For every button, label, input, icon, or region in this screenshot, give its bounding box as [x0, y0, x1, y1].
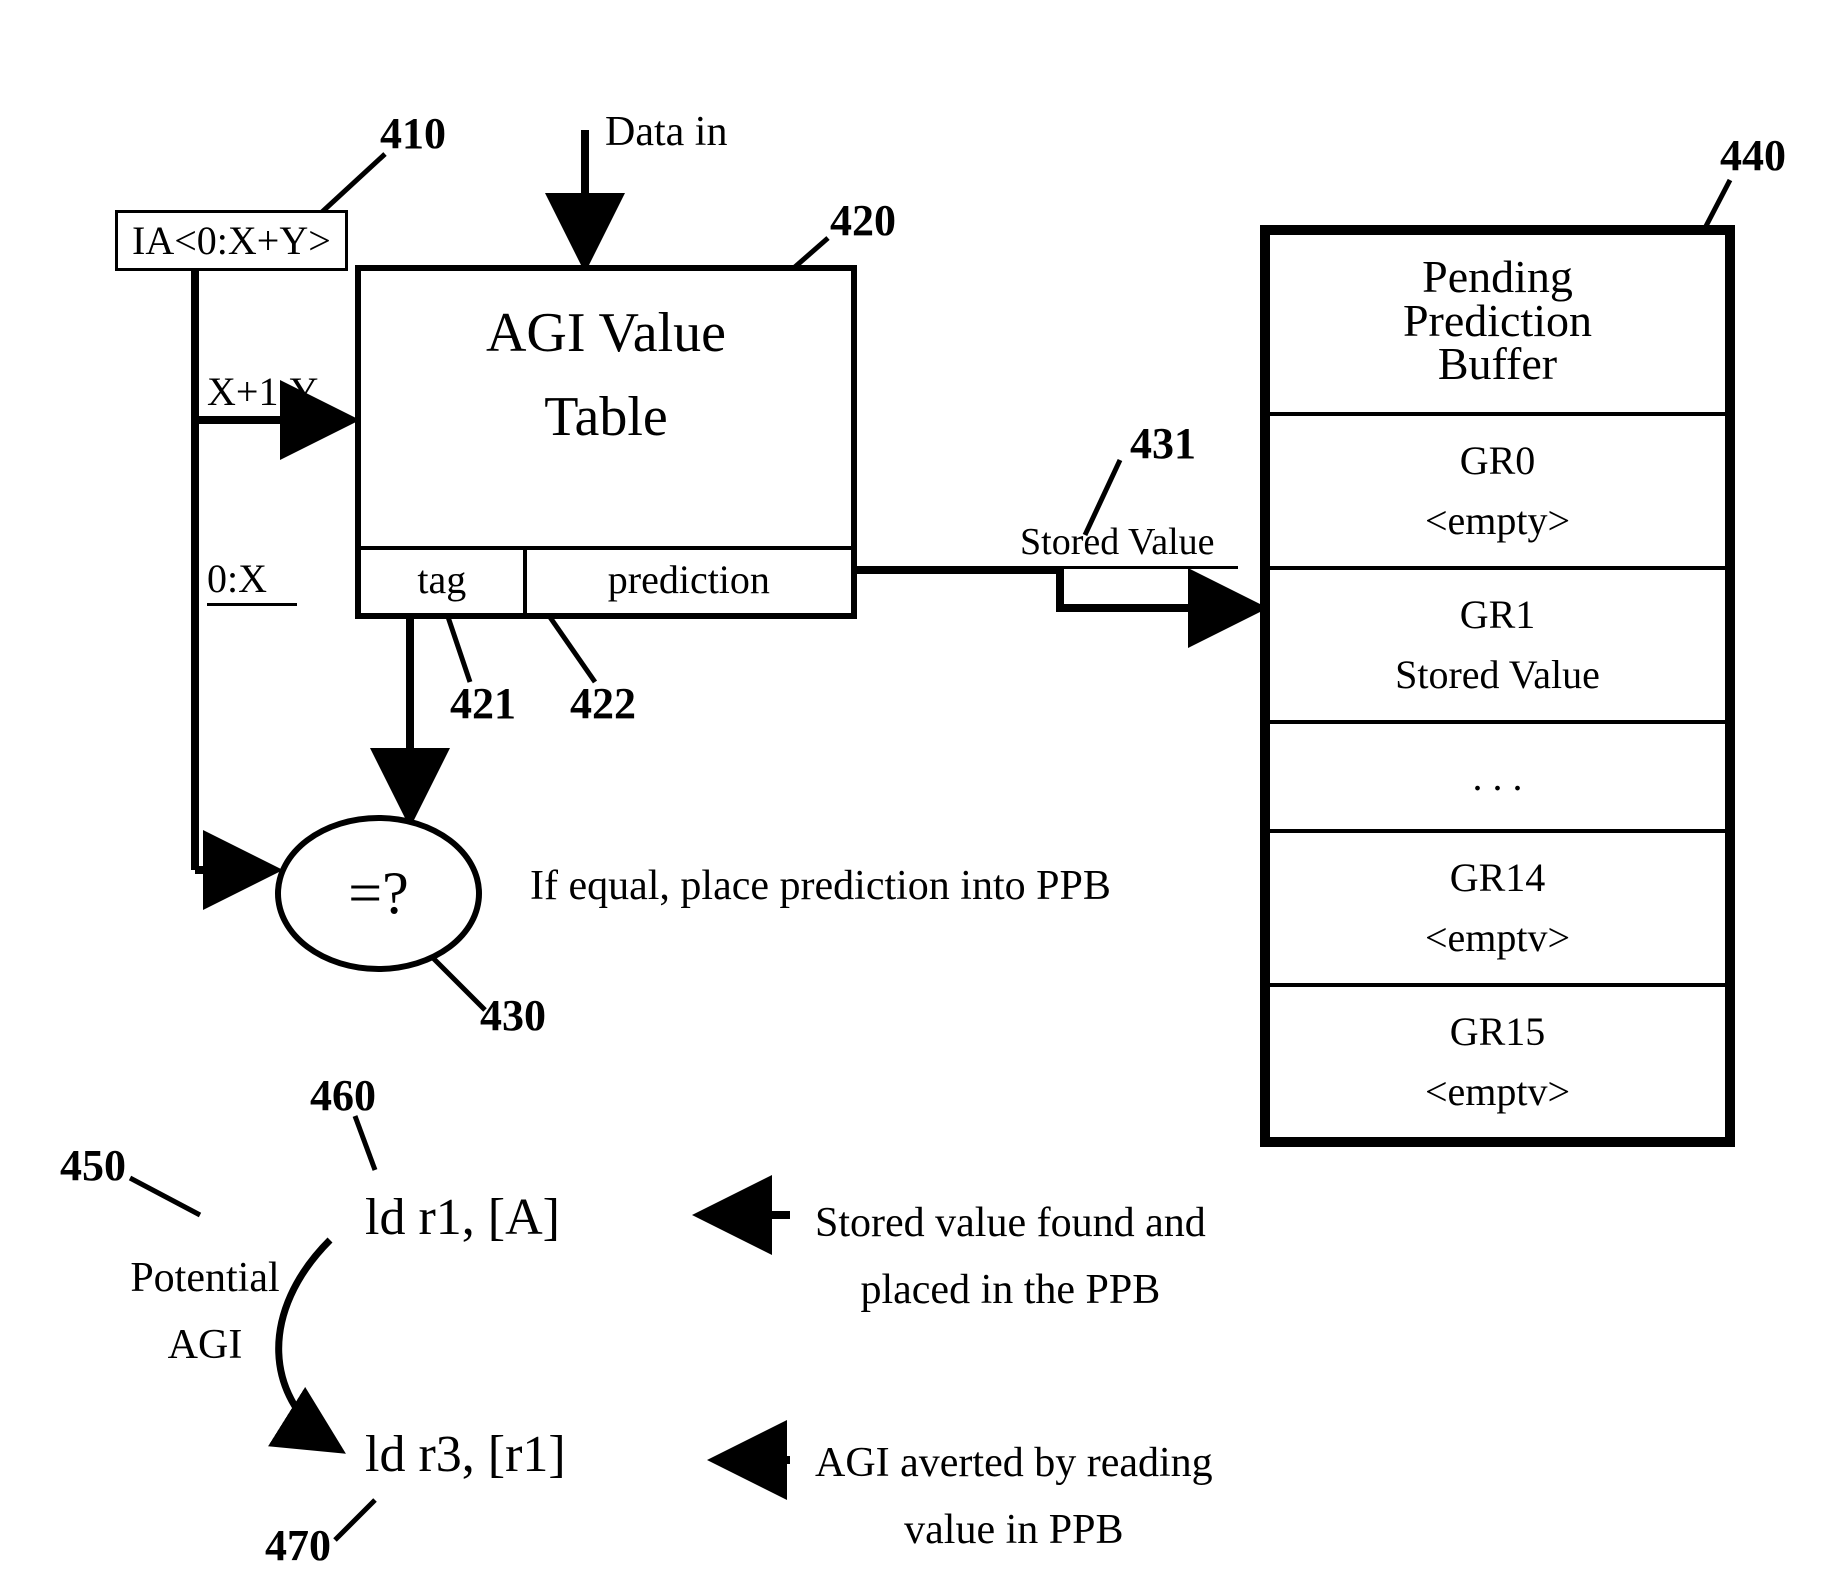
- ref-422: 422: [570, 678, 636, 729]
- instruction-1-note: Stored value found and placed in the PPB: [815, 1190, 1206, 1324]
- instruction-1: ld r1, [A]: [365, 1188, 560, 1247]
- wire-label-x1y: X+1:Y: [207, 368, 318, 415]
- instruction-2-note-l1: AGI averted by reading: [815, 1430, 1213, 1497]
- agi-prediction-header: prediction: [527, 550, 851, 613]
- ref-440: 440: [1720, 130, 1786, 181]
- ppb-gr0-name: GR0: [1270, 431, 1725, 491]
- ref-420: 420: [830, 195, 896, 246]
- ppb-gr14-name: GR14: [1270, 848, 1725, 908]
- pending-prediction-buffer: Pending Prediction Buffer GR0 <empty> GR…: [1260, 225, 1735, 1147]
- ppb-gr14-state: <emptv>: [1270, 908, 1725, 968]
- agi-table-columns: tag prediction: [361, 546, 851, 613]
- ia-register-text: IA<0:X+Y>: [132, 218, 331, 263]
- instruction-1-note-l2: placed in the PPB: [815, 1257, 1206, 1324]
- agi-tag-header: tag: [361, 550, 527, 613]
- ia-register-box: IA<0:X+Y>: [115, 210, 348, 271]
- ppb-gr0-state: <empty>: [1270, 491, 1725, 551]
- agi-value-table: AGI Value Table tag prediction: [355, 265, 857, 619]
- ref-410: 410: [380, 108, 446, 159]
- potential-agi-l2: AGI: [105, 1312, 305, 1379]
- potential-agi-label: Potential AGI: [105, 1245, 305, 1379]
- ppb-gr1-state: Stored Value: [1270, 645, 1725, 705]
- ref-421: 421: [450, 678, 516, 729]
- data-in-label: Data in: [605, 108, 727, 156]
- instruction-2: ld r3, [r1]: [365, 1425, 566, 1484]
- ref-450: 450: [60, 1140, 126, 1191]
- ref-431: 431: [1130, 418, 1196, 469]
- ref-430: 430: [480, 990, 546, 1041]
- comparator-symbol: =?: [348, 859, 408, 928]
- wire-underline-0x: [207, 603, 297, 606]
- comparator: =?: [275, 815, 482, 972]
- instruction-2-note: AGI averted by reading value in PPB: [815, 1430, 1213, 1564]
- wire-underline-x1y: [207, 416, 342, 419]
- ppb-row-gr15: GR15 <emptv>: [1270, 983, 1725, 1137]
- ppb-header-l3: Buffer: [1438, 338, 1557, 389]
- ppb-row-gr14: GR14 <emptv>: [1270, 829, 1725, 983]
- ppb-gr1-name: GR1: [1270, 585, 1725, 645]
- instruction-2-note-l2: value in PPB: [815, 1497, 1213, 1564]
- ref-470: 470: [265, 1520, 331, 1571]
- ppb-row-gr1: GR1 Stored Value: [1270, 566, 1725, 720]
- agi-title-l1: AGI Value: [486, 302, 726, 364]
- ppb-gr15-name: GR15: [1270, 1002, 1725, 1062]
- ppb-row-gr0: GR0 <empty>: [1270, 412, 1725, 566]
- ppb-row-dots: . . .: [1270, 720, 1725, 829]
- ref-460: 460: [310, 1070, 376, 1121]
- agi-title-l2: Table: [544, 386, 668, 448]
- comparator-note: If equal, place prediction into PPB: [530, 862, 1111, 910]
- instruction-1-note-l1: Stored value found and: [815, 1190, 1206, 1257]
- stored-value-underline: [1020, 566, 1238, 569]
- wire-label-0x: 0:X: [207, 555, 267, 602]
- agi-value-table-title: AGI Value Table: [361, 271, 851, 459]
- ppb-header: Pending Prediction Buffer: [1270, 235, 1725, 412]
- potential-agi-l1: Potential: [105, 1245, 305, 1312]
- stored-value-wire-label: Stored Value: [1020, 520, 1215, 564]
- ppb-gr15-state: <emptv>: [1270, 1062, 1725, 1122]
- ppb-dots: . . .: [1270, 747, 1725, 807]
